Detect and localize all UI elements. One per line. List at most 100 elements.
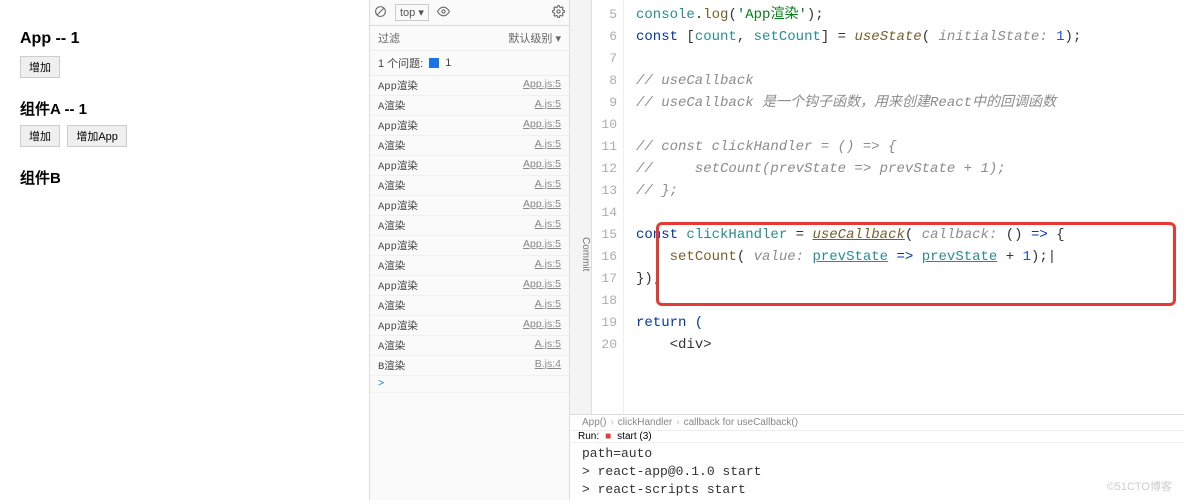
- console-log-row: B渲染B.js:4: [370, 356, 569, 376]
- console-log-row: A渲染 A.js:5: [370, 176, 569, 196]
- terminal-line: > react-app@0.1.0 start: [582, 463, 1172, 481]
- line-number: 9: [592, 92, 617, 114]
- line-number: 13: [592, 180, 617, 202]
- filter-label[interactable]: 过滤: [378, 33, 400, 45]
- app-title: App -- 1: [20, 30, 349, 48]
- add-app-button[interactable]: 增加App: [67, 125, 127, 147]
- run-config-name[interactable]: start (3): [617, 431, 651, 442]
- ide-panel: Commit 567891011121314151617181920 conso…: [570, 0, 1184, 500]
- log-message: A渲染: [378, 258, 405, 273]
- code-line: [636, 114, 1176, 136]
- log-message: A渲染: [378, 298, 405, 313]
- line-number: 5: [592, 4, 617, 26]
- log-source-link[interactable]: App.js:5: [523, 118, 561, 133]
- line-number: 20: [592, 334, 617, 356]
- line-number: 15: [592, 224, 617, 246]
- code-line: // const clickHandler = () => {: [636, 136, 1176, 158]
- code-line: const clickHandler = useCallback( callba…: [636, 224, 1176, 246]
- line-number: 6: [592, 26, 617, 48]
- log-source-link[interactable]: A.js:5: [535, 98, 561, 113]
- devtools-console: top ▾ 过滤 默认级别 ▾ 1 个问题: 1 App渲染 App.js:5 A渲…: [370, 0, 570, 500]
- code-line: return (: [636, 312, 1176, 334]
- stop-icon[interactable]: ■: [605, 431, 611, 442]
- watermark: ©51CTO博客: [1107, 478, 1172, 494]
- log-source-link[interactable]: A.js:5: [535, 258, 561, 273]
- log-message: A渲染: [378, 98, 405, 113]
- log-message: A渲染: [378, 178, 405, 193]
- code-line: // };: [636, 180, 1176, 202]
- console-log-row: A渲染 A.js:5: [370, 256, 569, 276]
- log-message: App渲染: [378, 198, 418, 213]
- terminal-output[interactable]: path=auto > react-app@0.1.0 start > reac…: [570, 443, 1184, 502]
- log-message: App渲染: [378, 158, 418, 173]
- log-source-link[interactable]: App.js:5: [523, 158, 561, 173]
- console-log-row: App渲染 App.js:5: [370, 156, 569, 176]
- add-button[interactable]: 增加: [20, 56, 60, 78]
- browser-preview: App -- 1 增加 组件A -- 1 增加 增加App 组件B: [0, 0, 370, 500]
- code-line: const [count, setCount] = useState( init…: [636, 26, 1176, 48]
- log-message: App渲染: [378, 318, 418, 333]
- log-source-link[interactable]: A.js:5: [535, 138, 561, 153]
- console-log-row: App渲染 App.js:5: [370, 276, 569, 296]
- console-log-row: App渲染App.js:5: [370, 76, 569, 96]
- log-message: A渲染: [378, 338, 405, 353]
- terminal-line: > react-scripts start: [582, 481, 1172, 499]
- log-source-link[interactable]: App.js:5: [523, 198, 561, 213]
- line-number: 7: [592, 48, 617, 70]
- console-prompt[interactable]: >: [370, 376, 569, 393]
- line-number: 19: [592, 312, 617, 334]
- line-number: 12: [592, 158, 617, 180]
- code-line: <div>: [636, 334, 1176, 356]
- log-source-link[interactable]: A.js:5: [535, 218, 561, 233]
- context-selector[interactable]: top ▾: [395, 4, 429, 21]
- console-log-row: A渲染 A.js:5: [370, 336, 569, 356]
- component-a-title: 组件A -- 1: [20, 98, 349, 119]
- console-log-row: A渲染 A.js:5: [370, 296, 569, 316]
- issues-count: 1: [445, 57, 451, 69]
- log-message: App渲染: [378, 278, 418, 293]
- log-source-link[interactable]: App.js:5: [523, 238, 561, 253]
- console-log-row: App渲染 App.js:5: [370, 196, 569, 216]
- code-line: [636, 202, 1176, 224]
- filter-row: 过滤 默认级别 ▾: [370, 26, 569, 51]
- log-message: A渲染: [378, 218, 405, 233]
- clear-icon[interactable]: [374, 5, 387, 21]
- component-b-title: 组件B: [20, 167, 349, 188]
- line-number: 11: [592, 136, 617, 158]
- line-number: 10: [592, 114, 617, 136]
- log-source-link[interactable]: App.js:5: [523, 318, 561, 333]
- log-message: A渲染: [378, 138, 405, 153]
- console-log-row: A渲染 A.js:5: [370, 96, 569, 116]
- console-log-row: A渲染 A.js:5: [370, 136, 569, 156]
- code-line: setCount( value: prevState => prevState …: [636, 246, 1176, 268]
- run-toolbar: Run: ■ start (3): [570, 431, 1184, 443]
- add-button-a[interactable]: 增加: [20, 125, 60, 147]
- devtools-toolbar: top ▾: [370, 0, 569, 26]
- breadcrumb[interactable]: App()›clickHandler›callback for useCallb…: [570, 415, 1184, 431]
- issues-label: 1 个问题:: [378, 55, 423, 71]
- line-number: 16: [592, 246, 617, 268]
- line-number: 18: [592, 290, 617, 312]
- code-line: [636, 290, 1176, 312]
- log-message: App渲染: [378, 118, 418, 133]
- console-log-list[interactable]: App渲染 App.js:5 A渲染 A.js:5 App渲染 App.js:5 A渲染 A.…: [370, 76, 569, 500]
- issues-row[interactable]: 1 个问题: 1: [370, 51, 569, 76]
- code-line: });: [636, 268, 1176, 290]
- log-source-link[interactable]: App.js:5: [523, 278, 561, 293]
- console-log-row: App渲染 App.js:5: [370, 116, 569, 136]
- code-line: [636, 48, 1176, 70]
- ide-bottom-panel: App()›clickHandler›callback for useCallb…: [570, 414, 1184, 500]
- log-source-link[interactable]: A.js:5: [535, 178, 561, 193]
- log-source-link[interactable]: B.js:4: [535, 358, 561, 373]
- log-source-link[interactable]: A.js:5: [535, 298, 561, 313]
- code-line: // useCallback 是一个钩子函数，用来创建React中的回调函数: [636, 92, 1176, 114]
- terminal-line: path=auto: [582, 445, 1172, 463]
- level-selector[interactable]: 默认级别 ▾: [508, 30, 561, 46]
- log-source-link[interactable]: A.js:5: [535, 338, 561, 353]
- eye-icon[interactable]: [437, 5, 450, 21]
- log-source-link[interactable]: App.js:5: [523, 78, 561, 93]
- code-line: // setCount(prevState => prevState + 1);: [636, 158, 1176, 180]
- gear-icon[interactable]: [552, 5, 565, 21]
- log-message: App渲染: [378, 238, 418, 253]
- line-number: 8: [592, 70, 617, 92]
